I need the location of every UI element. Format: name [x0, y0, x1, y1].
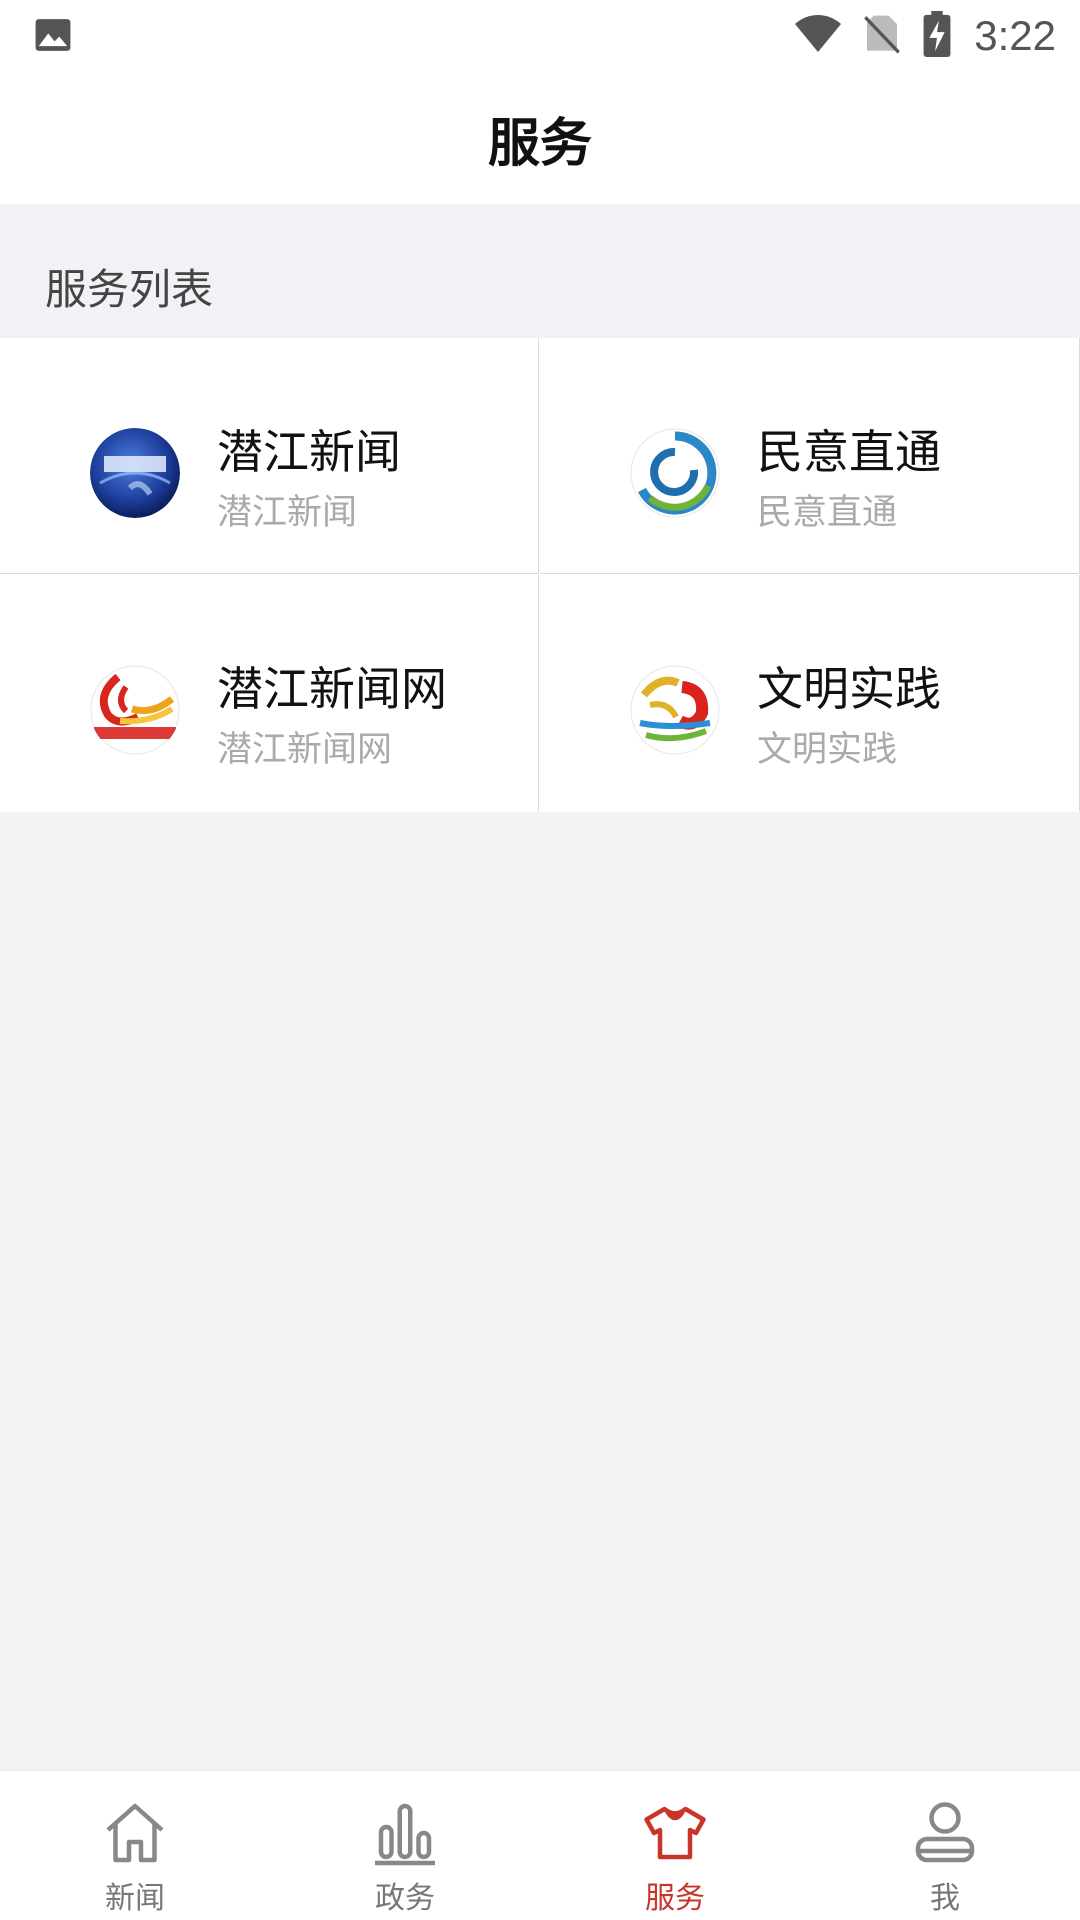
service-title: 文明实践 — [757, 662, 941, 716]
service-subtitle: 民意直通 — [757, 493, 898, 533]
page-title: 服务 — [487, 113, 592, 174]
image-icon — [34, 16, 72, 58]
service-item-qianjiang-news-web[interactable]: 潜江新闻网 潜江新闻网 — [0, 575, 539, 811]
status-time: 3:22 — [974, 12, 1056, 59]
status-icons: 3:22 — [794, 8, 1056, 64]
nav-label: 政务 — [375, 1881, 435, 1916]
section-title: 服务列表 — [45, 265, 214, 314]
public-opinion-logo-icon — [630, 428, 720, 518]
service-title: 潜江新闻 — [217, 425, 401, 479]
nav-item-government[interactable]: 政务 — [270, 1771, 540, 1920]
nav-label: 我 — [930, 1881, 960, 1916]
bottom-nav: 新闻 政务 服务 我 — [0, 1770, 1080, 1920]
service-subtitle: 潜江新闻网 — [217, 730, 393, 770]
service-item-public-opinion[interactable]: 民意直通 民意直通 — [540, 338, 1080, 574]
service-subtitle: 潜江新闻 — [217, 493, 358, 533]
service-item-qianjiang-news[interactable]: 潜江新闻 潜江新闻 — [0, 338, 539, 574]
services-grid: 潜江新闻 潜江新闻 民意直通 民意直通 潜江新闻网 潜江新闻网 文明实践 文明实… — [0, 338, 1080, 812]
qianjiang-news-web-logo-icon — [90, 665, 180, 755]
section-header: 服务列表 — [0, 204, 1080, 338]
title-bar: 服务 — [0, 72, 1080, 204]
nav-item-me[interactable]: 我 — [810, 1771, 1080, 1920]
civilization-practice-logo-icon — [630, 665, 720, 755]
person-icon — [915, 1802, 975, 1863]
service-title: 潜江新闻网 — [217, 662, 447, 716]
battery-charging-icon — [922, 11, 952, 61]
service-title: 民意直通 — [757, 425, 941, 479]
wifi-icon — [794, 14, 842, 58]
home-icon — [106, 1803, 164, 1863]
service-item-civilization-practice[interactable]: 文明实践 文明实践 — [540, 575, 1080, 811]
shirt-icon — [644, 1806, 706, 1860]
nav-item-news[interactable]: 新闻 — [0, 1771, 270, 1920]
app-screen: 3:22 服务 服务列表 潜江新闻 潜江新闻 民意直通 民意直通 潜江新闻网 潜… — [0, 0, 1080, 1920]
bar-chart-icon — [375, 1803, 435, 1866]
service-subtitle: 文明实践 — [757, 730, 898, 770]
nav-label: 服务 — [645, 1881, 705, 1916]
qianjiang-news-logo-icon — [90, 428, 180, 518]
nav-item-service[interactable]: 服务 — [540, 1771, 810, 1920]
no-sim-icon — [864, 14, 901, 58]
status-bar: 3:22 — [0, 0, 1080, 72]
nav-label: 新闻 — [105, 1881, 165, 1916]
